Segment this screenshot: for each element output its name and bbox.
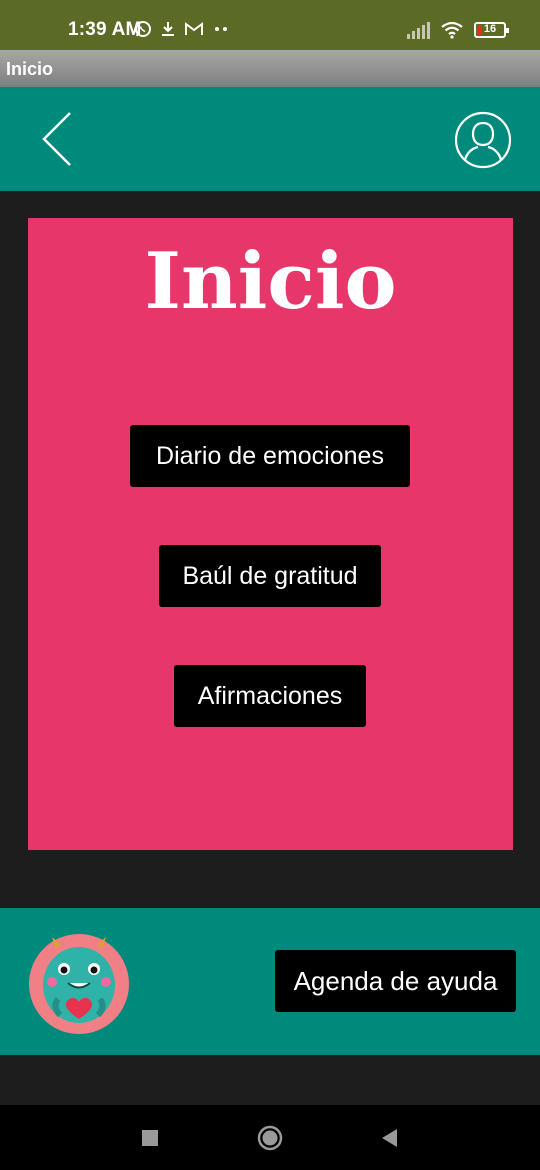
signal-icon xyxy=(407,21,430,39)
back-triangle-icon[interactable] xyxy=(380,1128,398,1148)
page-title: Inicio xyxy=(144,236,397,327)
teal-monster-heart-icon[interactable] xyxy=(28,927,130,1037)
app-header xyxy=(0,87,540,191)
agenda-de-ayuda-button[interactable]: Agenda de ayuda xyxy=(275,950,516,1012)
status-time: 1:39 AM xyxy=(68,19,142,40)
notification-icons xyxy=(134,20,230,38)
afirmaciones-button[interactable]: Afirmaciones xyxy=(174,665,366,727)
user-profile-icon[interactable] xyxy=(454,111,512,169)
window-title: Inicio xyxy=(6,59,54,79)
system-nav-bar xyxy=(0,1105,540,1170)
system-status-icons: 16 xyxy=(407,21,509,39)
wifi-icon xyxy=(441,21,463,39)
battery-icon: 16 xyxy=(474,22,509,38)
more-dots-icon xyxy=(215,27,227,31)
main-card: Inicio Diario de emociones Baúl de grati… xyxy=(28,218,513,850)
window-title-bar: Inicio xyxy=(0,50,540,87)
download-icon xyxy=(162,22,174,36)
back-arrow-icon[interactable] xyxy=(36,109,80,169)
home-circle-icon[interactable] xyxy=(257,1125,283,1151)
recents-square-icon[interactable] xyxy=(142,1130,158,1146)
battery-level: 16 xyxy=(483,23,497,35)
gmail-icon xyxy=(185,22,203,35)
baul-de-gratitud-button[interactable]: Baúl de gratitud xyxy=(159,545,381,607)
footer-bar: Agenda de ayuda xyxy=(0,908,540,1055)
diario-de-emociones-button[interactable]: Diario de emociones xyxy=(130,425,410,487)
whatsapp-icon xyxy=(135,21,151,37)
